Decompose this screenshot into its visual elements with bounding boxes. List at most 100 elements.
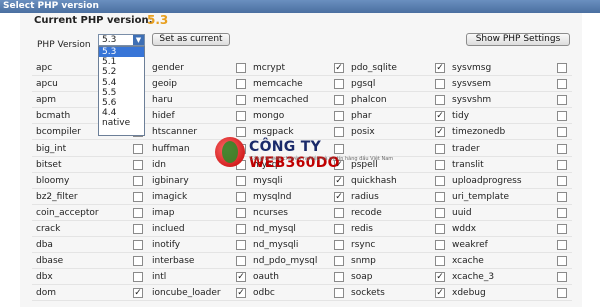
extension-label: wddx: [452, 224, 477, 234]
extension-checkbox[interactable]: [236, 175, 246, 186]
extension-label: xcache: [452, 256, 484, 267]
php-version-option[interactable]: 5.6: [99, 98, 144, 108]
extension-checkbox[interactable]: ✓: [435, 111, 445, 122]
extension-label: apc: [36, 63, 53, 73]
extension-checkbox[interactable]: [236, 256, 246, 267]
extension-label: geoip: [152, 79, 177, 90]
extension-checkbox[interactable]: ✓: [236, 288, 246, 299]
extension-checkbox[interactable]: [435, 240, 445, 251]
extension-checkbox[interactable]: [557, 143, 567, 154]
extension-label: weakref: [452, 240, 488, 251]
extension-checkbox[interactable]: [557, 207, 567, 218]
row-divider: [32, 187, 572, 189]
extension-checkbox[interactable]: [334, 288, 344, 299]
extension-checkbox[interactable]: [236, 224, 246, 234]
php-version-option[interactable]: 5.2: [99, 67, 144, 77]
extension-checkbox[interactable]: [236, 240, 246, 251]
extension-checkbox[interactable]: [435, 143, 445, 154]
extension-checkbox[interactable]: [435, 256, 445, 267]
extension-checkbox[interactable]: [334, 79, 344, 90]
extension-label: big_int: [36, 143, 67, 154]
php-version-select[interactable]: 5.3 ▼: [98, 34, 145, 46]
php-version-option[interactable]: 5.1: [99, 57, 144, 67]
extension-label: apm: [36, 95, 56, 106]
extension-checkbox[interactable]: ✓: [435, 288, 445, 299]
current-version-value: 5.3: [147, 13, 169, 27]
extension-checkbox[interactable]: [334, 224, 344, 234]
extension-checkbox[interactable]: [435, 95, 445, 106]
extension-checkbox[interactable]: [133, 175, 143, 186]
extension-label: sysvshm: [452, 95, 492, 106]
extension-checkbox[interactable]: [133, 159, 143, 170]
extension-label: memcached: [253, 95, 309, 106]
extension-checkbox[interactable]: [133, 256, 143, 267]
extension-checkbox[interactable]: [557, 95, 567, 106]
extension-checkbox[interactable]: [133, 240, 143, 251]
extension-label: bloomy: [36, 175, 70, 186]
extension-checkbox[interactable]: [236, 111, 246, 122]
extension-checkbox[interactable]: [435, 159, 445, 170]
extension-checkbox[interactable]: ✓: [334, 175, 344, 186]
extension-checkbox[interactable]: [236, 191, 246, 202]
extension-checkbox[interactable]: [557, 288, 567, 299]
extension-checkbox[interactable]: ✓: [435, 127, 445, 138]
extension-checkbox[interactable]: [133, 143, 143, 154]
extension-checkbox[interactable]: [435, 224, 445, 234]
extension-checkbox[interactable]: ✓: [334, 191, 344, 202]
extension-label: timezonedb: [452, 127, 506, 138]
extension-checkbox[interactable]: [236, 63, 246, 73]
set-as-current-button[interactable]: Set as current: [152, 33, 230, 46]
extension-label: interbase: [152, 256, 195, 267]
extension-checkbox[interactable]: [334, 95, 344, 106]
extension-checkbox[interactable]: [557, 175, 567, 186]
extension-checkbox[interactable]: [236, 79, 246, 90]
extension-checkbox[interactable]: [133, 272, 143, 283]
extension-checkbox[interactable]: [557, 159, 567, 170]
php-version-option[interactable]: 5.5: [99, 88, 144, 98]
extension-checkbox[interactable]: [557, 191, 567, 202]
extension-checkbox[interactable]: ✓: [236, 272, 246, 283]
php-version-option[interactable]: 5.3: [99, 47, 144, 58]
extension-checkbox[interactable]: [334, 111, 344, 122]
extension-checkbox[interactable]: [435, 207, 445, 218]
extension-checkbox[interactable]: [557, 79, 567, 90]
extension-label: phar: [351, 111, 372, 122]
row-divider: [32, 203, 572, 205]
extension-label: uuid: [452, 207, 472, 218]
show-php-settings-button[interactable]: Show PHP Settings: [466, 33, 570, 46]
php-version-option[interactable]: 5.4: [99, 78, 144, 88]
extension-checkbox[interactable]: ✓: [435, 272, 445, 283]
php-version-dropdown[interactable]: 5.3 5.1 5.2 5.4 5.5 5.6 4.4 native: [98, 46, 145, 136]
extension-checkbox[interactable]: [133, 224, 143, 234]
extension-checkbox[interactable]: [334, 272, 344, 283]
extension-checkbox[interactable]: [236, 207, 246, 218]
extension-checkbox[interactable]: [133, 207, 143, 218]
extension-checkbox[interactable]: [557, 127, 567, 138]
extension-checkbox[interactable]: [557, 63, 567, 73]
extension-checkbox[interactable]: [557, 272, 567, 283]
extension-checkbox[interactable]: [236, 95, 246, 106]
extension-checkbox[interactable]: [557, 240, 567, 251]
extension-checkbox[interactable]: [133, 191, 143, 202]
extension-checkbox[interactable]: [334, 207, 344, 218]
extension-checkbox[interactable]: [557, 224, 567, 234]
watermark-logo: CÔNG TY WEB360DO Công ty web chuyên nghi…: [215, 133, 415, 173]
extension-label: redis: [351, 224, 373, 234]
extension-checkbox[interactable]: ✓: [133, 288, 143, 299]
extension-checkbox[interactable]: [557, 111, 567, 122]
row-divider: [32, 236, 572, 237]
extension-checkbox[interactable]: [557, 256, 567, 267]
php-version-option[interactable]: native: [99, 118, 144, 128]
extension-checkbox[interactable]: ✓: [435, 63, 445, 73]
extension-label: inotify: [152, 240, 181, 251]
php-version-option[interactable]: 4.4: [99, 108, 144, 118]
extension-label: dbase: [36, 256, 64, 267]
extension-checkbox[interactable]: [334, 256, 344, 267]
extension-checkbox[interactable]: ✓: [334, 63, 344, 73]
extension-checkbox[interactable]: [334, 240, 344, 251]
extension-checkbox[interactable]: [435, 175, 445, 186]
extension-checkbox[interactable]: [435, 191, 445, 202]
chevron-down-icon[interactable]: ▼: [133, 35, 144, 45]
extension-checkbox[interactable]: [435, 79, 445, 90]
extension-label: rsync: [351, 240, 376, 251]
